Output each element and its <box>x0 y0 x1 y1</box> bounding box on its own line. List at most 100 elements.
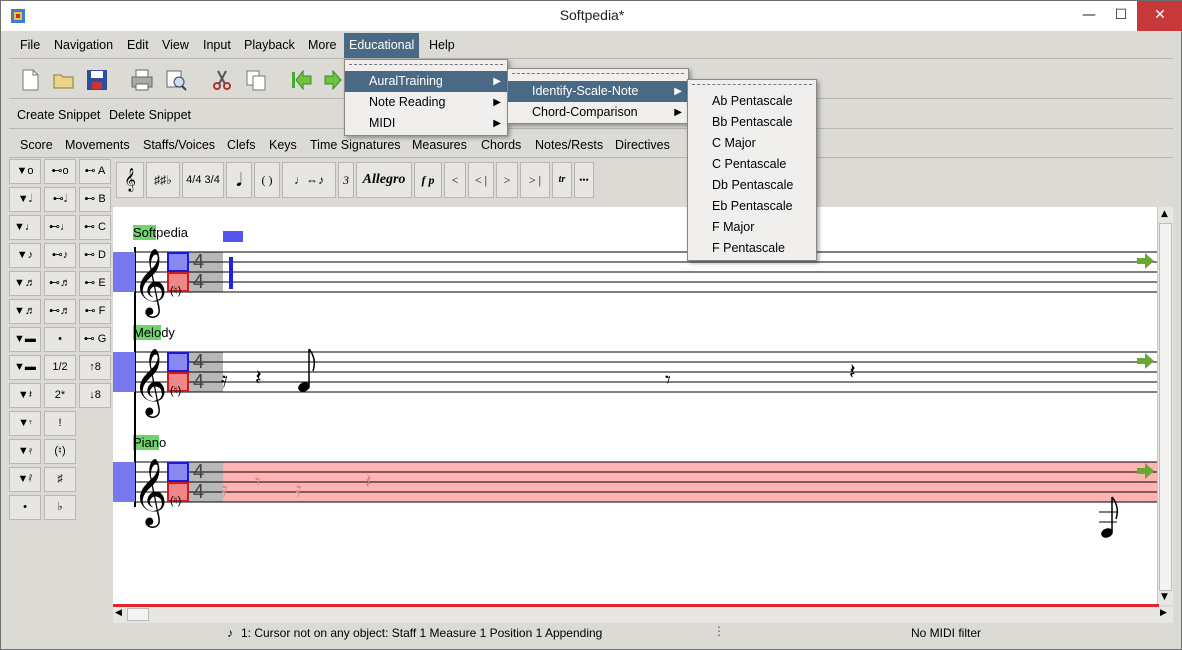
cat-chords[interactable]: Chords <box>481 138 521 152</box>
delete-snippet-button[interactable]: Delete Snippet <box>109 108 191 122</box>
menu-help[interactable]: Help <box>429 38 455 52</box>
time-signature-button[interactable]: 4/4 3/4 <box>182 162 224 198</box>
diminuendo-button[interactable]: > <box>496 162 518 198</box>
menu-item-identify-scale-note[interactable]: Identify-Scale-Note ▶ <box>508 81 688 102</box>
menu-item-bb-pentascale[interactable]: Bb Pentascale <box>688 112 816 133</box>
palette-note-c[interactable]: ⊷ C <box>79 215 111 240</box>
save-icon[interactable] <box>84 67 110 93</box>
palette-whole-note[interactable]: ▼o <box>9 159 41 184</box>
menu-tearoff[interactable] <box>349 64 503 65</box>
new-file-icon[interactable] <box>17 67 43 93</box>
cat-movements[interactable]: Movements <box>65 138 130 152</box>
palette-quarter-note[interactable]: ▼♩ <box>9 215 41 240</box>
menu-playback[interactable]: Playback <box>244 38 295 52</box>
menu-input[interactable]: Input <box>203 38 231 52</box>
menu-item-db-pentascale[interactable]: Db Pentascale <box>688 175 816 196</box>
go-first-icon[interactable] <box>289 67 315 93</box>
clef-button[interactable]: 𝄞 <box>116 162 144 198</box>
palette-32nd-note[interactable]: ▼♬ <box>9 299 41 324</box>
palette-whole-rest[interactable]: ▼▬ <box>9 327 41 352</box>
palette-eighth-note[interactable]: ▼♪ <box>9 243 41 268</box>
palette-octave-down[interactable]: ↓8 <box>79 383 111 408</box>
palette-note-a[interactable]: ⊷ A <box>79 159 111 184</box>
palette-dot[interactable]: • <box>9 495 41 520</box>
menu-file[interactable]: File <box>20 38 40 52</box>
menu-more[interactable]: More <box>308 38 336 52</box>
palette-halve-duration[interactable]: 1/2 <box>44 355 76 380</box>
cut-icon[interactable] <box>209 67 235 93</box>
title-bar[interactable]: Softpedia* — ☐ ✕ <box>1 1 1182 31</box>
menu-item-c-major[interactable]: C Major <box>688 133 816 154</box>
print-preview-icon[interactable] <box>163 67 189 93</box>
palette-insert-whole[interactable]: ⊷o <box>44 159 76 184</box>
palette-insert-half[interactable]: ⊷𝅗𝅥 <box>44 187 76 212</box>
create-snippet-button[interactable]: Create Snippet <box>17 108 100 122</box>
cat-time-signatures[interactable]: Time Signatures <box>310 138 401 152</box>
close-button[interactable]: ✕ <box>1137 1 1182 31</box>
cat-measures[interactable]: Measures <box>412 138 467 152</box>
vertical-scrollbar[interactable]: ▲ ▼ <box>1157 207 1173 605</box>
scroll-left-icon[interactable]: ◀ <box>115 608 122 618</box>
vertical-scroll-thumb[interactable] <box>1159 223 1172 591</box>
palette-half-rest[interactable]: ▼▬ <box>9 355 41 380</box>
maximize-button[interactable]: ☐ <box>1105 1 1137 31</box>
palette-note-f[interactable]: ⊷ F <box>79 299 111 324</box>
menu-item-c-pentascale[interactable]: C Pentascale <box>688 154 816 175</box>
palette-note-g[interactable]: ⊷ G <box>79 327 111 352</box>
open-folder-icon[interactable] <box>51 67 77 93</box>
cat-keys[interactable]: Keys <box>269 138 297 152</box>
trill-button[interactable]: tr <box>552 162 572 198</box>
palette-double-duration[interactable]: 2* <box>44 383 76 408</box>
cat-clefs[interactable]: Clefs <box>227 138 255 152</box>
palette-note-b[interactable]: ⊷ B <box>79 187 111 212</box>
menu-item-f-major[interactable]: F Major <box>688 217 816 238</box>
menu-item-f-pentascale[interactable]: F Pentascale <box>688 238 816 259</box>
menu-item-ab-pentascale[interactable]: Ab Pentascale <box>688 91 816 112</box>
cat-notes-rests[interactable]: Notes/Rests <box>535 138 603 152</box>
palette-sharpen[interactable]: ♯ <box>44 467 76 492</box>
palette-half-note[interactable]: ▼𝅗𝅥 <box>9 187 41 212</box>
menu-navigation[interactable]: Navigation <box>54 38 113 52</box>
scroll-up-icon[interactable]: ▲ <box>1161 209 1168 219</box>
crescendo-button[interactable]: < <box>444 162 466 198</box>
diminuendo-end-button[interactable]: > | <box>520 162 550 198</box>
print-icon[interactable] <box>129 67 155 93</box>
menu-educational[interactable]: Educational <box>344 33 420 58</box>
dynamics-button[interactable]: f p <box>414 162 442 198</box>
tuplet-button[interactable]: 3 <box>338 162 354 198</box>
menu-item-eb-pentascale[interactable]: Eb Pentascale <box>688 196 816 217</box>
scroll-down-icon[interactable]: ▼ <box>1161 592 1168 602</box>
palette-note-d[interactable]: ⊷ D <box>79 243 111 268</box>
palette-sixteenth-note[interactable]: ▼♬ <box>9 271 41 296</box>
palette-16th-rest[interactable]: ▼𝄿 <box>9 439 41 464</box>
menu-edit[interactable]: Edit <box>127 38 149 52</box>
cat-staffs-voices[interactable]: Staffs/Voices <box>143 138 215 152</box>
palette-octave-up[interactable]: ↑8 <box>79 355 111 380</box>
palette-insert-quarter[interactable]: ⊷♩ <box>44 215 76 240</box>
cat-directives[interactable]: Directives <box>615 138 670 152</box>
menu-item-note-reading[interactable]: Note Reading ▶ <box>345 92 507 113</box>
palette-insert-eighth[interactable]: ⊷♪ <box>44 243 76 268</box>
palette-add-dot[interactable]: • <box>44 327 76 352</box>
menu-item-midi[interactable]: MIDI ▶ <box>345 113 507 134</box>
palette-eighth-rest[interactable]: ▼𝄾 <box>9 411 41 436</box>
tie-button[interactable]: ♩⇔♪ <box>282 162 336 198</box>
cat-score[interactable]: Score <box>20 138 53 152</box>
score-canvas[interactable]: Softpedia Melody Piano 𝄞 𝄞 𝄞 𝄿 𝄽 𝄾 𝄽 𝄿 𝄾… <box>113 207 1157 605</box>
palette-insert-sixteenth[interactable]: ⊷♬ <box>44 271 76 296</box>
scroll-right-icon[interactable]: ▶ <box>1160 608 1167 618</box>
palette-32nd-rest[interactable]: ▼𝅀 <box>9 467 41 492</box>
palette-insert-duration[interactable]: ! <box>44 411 76 436</box>
minimize-button[interactable]: — <box>1073 1 1105 31</box>
key-signature-button[interactable]: ♯♯♭ <box>146 162 180 198</box>
menu-item-chord-comparison[interactable]: Chord-Comparison ▶ <box>508 102 688 123</box>
scale-tearoff[interactable] <box>692 84 812 85</box>
chord-button[interactable]: 𝅘𝅥 <box>226 162 252 198</box>
palette-quarter-rest[interactable]: ▼𝄽 <box>9 383 41 408</box>
horizontal-scroll-thumb[interactable] <box>127 608 149 621</box>
crescendo-end-button[interactable]: < | <box>468 162 494 198</box>
tempo-button[interactable]: Allegro <box>356 162 412 198</box>
parentheses-button[interactable]: ( ) <box>254 162 280 198</box>
palette-insert-32nd[interactable]: ⊷♬ <box>44 299 76 324</box>
menu-view[interactable]: View <box>162 38 189 52</box>
